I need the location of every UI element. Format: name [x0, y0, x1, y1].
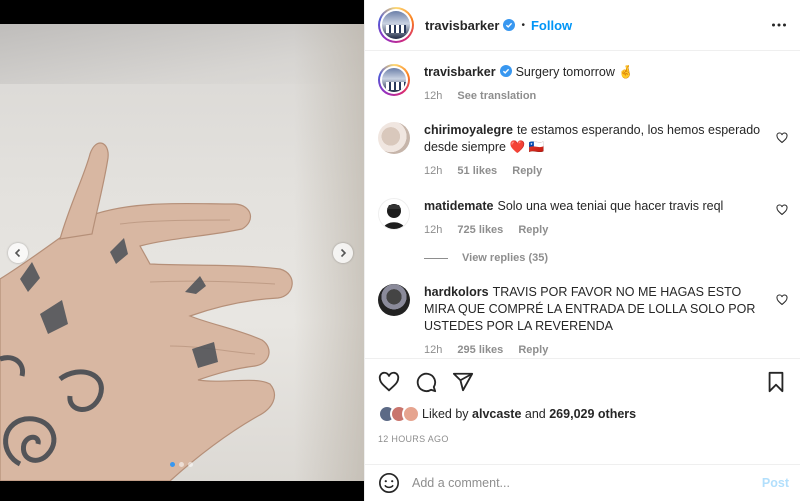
carousel-dot: [179, 462, 184, 467]
post-side-panel: travisbarker • Follow travisbarker Surge…: [364, 0, 800, 501]
verified-badge-icon: [499, 65, 512, 77]
post-timestamp[interactable]: 12 HOURS AGO: [378, 434, 449, 444]
header-separator: •: [521, 19, 525, 31]
comment-likes[interactable]: 51 likes: [457, 165, 497, 177]
instagram-post: travisbarker • Follow travisbarker Surge…: [0, 0, 800, 501]
post-photo: [0, 24, 364, 481]
liked-by-others[interactable]: 269,029 others: [549, 407, 636, 421]
comment-like-heart-icon[interactable]: [776, 294, 788, 306]
like-heart-icon[interactable]: [378, 371, 400, 393]
comment-likes[interactable]: 295 likes: [457, 344, 503, 356]
reply-button[interactable]: Reply: [518, 224, 548, 236]
liked-by-and: and: [524, 407, 546, 421]
author-username[interactable]: travisbarker: [425, 18, 499, 33]
comment-likes[interactable]: 725 likes: [457, 224, 503, 236]
comment-time: 12h: [424, 165, 443, 177]
tattooed-hand-illustration: [0, 142, 293, 481]
add-comment-bar: Post: [365, 464, 800, 501]
more-options-icon[interactable]: [771, 17, 787, 33]
share-paper-plane-icon[interactable]: [452, 371, 474, 393]
view-replies-line: [424, 257, 448, 259]
caption-username[interactable]: travisbarker: [424, 65, 496, 79]
follow-button[interactable]: Follow: [531, 18, 572, 33]
post-media: [0, 0, 364, 501]
comments-list: travisbarker Surgery tomorrow 🤞 12h See t…: [365, 52, 800, 358]
comment-username[interactable]: hardkolors: [424, 285, 489, 299]
reply-button[interactable]: Reply: [512, 165, 542, 177]
caption-avatar[interactable]: [378, 64, 410, 96]
verified-badge-icon: [503, 19, 516, 31]
post-header: travisbarker • Follow: [365, 0, 800, 51]
comment-bubble-icon[interactable]: [415, 371, 437, 393]
comment-like-heart-icon[interactable]: [776, 132, 788, 144]
save-bookmark-icon[interactable]: [766, 371, 786, 393]
post-actions-bar: [365, 358, 800, 402]
comment-like-heart-icon[interactable]: [776, 204, 788, 216]
comment-time: 12h: [424, 224, 443, 236]
liked-by-prefix: Liked by: [422, 407, 469, 421]
chevron-left-icon: [14, 248, 21, 258]
view-replies-label: View replies (35): [462, 252, 549, 264]
comment-input[interactable]: [412, 476, 742, 490]
reply-button[interactable]: Reply: [518, 344, 548, 356]
carousel-indicator: [170, 462, 193, 467]
carousel-next-button[interactable]: [333, 243, 353, 263]
chevron-right-icon: [340, 248, 347, 258]
caption-time: 12h: [424, 90, 443, 102]
carousel-prev-button[interactable]: [8, 243, 28, 263]
comment-time: 12h: [424, 344, 443, 356]
caption-text: Surgery tomorrow 🤞: [515, 65, 634, 79]
view-replies-button[interactable]: View replies (35): [424, 252, 548, 264]
comment-text: Solo una wea teniai que hacer travis req…: [497, 199, 724, 213]
comment-avatar[interactable]: [378, 284, 410, 316]
carousel-dot-active: [170, 462, 175, 467]
carousel-dot: [188, 462, 193, 467]
comment-avatar[interactable]: [378, 198, 410, 230]
liked-by-user[interactable]: alvcaste: [472, 407, 521, 421]
post-comment-button[interactable]: Post: [762, 476, 789, 490]
comment-avatar[interactable]: [378, 122, 410, 154]
comment-username[interactable]: matidemate: [424, 199, 493, 213]
comment-username[interactable]: chirimoyalegre: [424, 123, 513, 137]
emoji-icon[interactable]: [378, 472, 400, 494]
liker-avatars[interactable]: [378, 405, 420, 423]
liked-by: Liked by alvcaste and 269,029 others: [378, 405, 636, 423]
author-avatar[interactable]: [378, 7, 414, 43]
see-translation-button[interactable]: See translation: [457, 90, 536, 102]
